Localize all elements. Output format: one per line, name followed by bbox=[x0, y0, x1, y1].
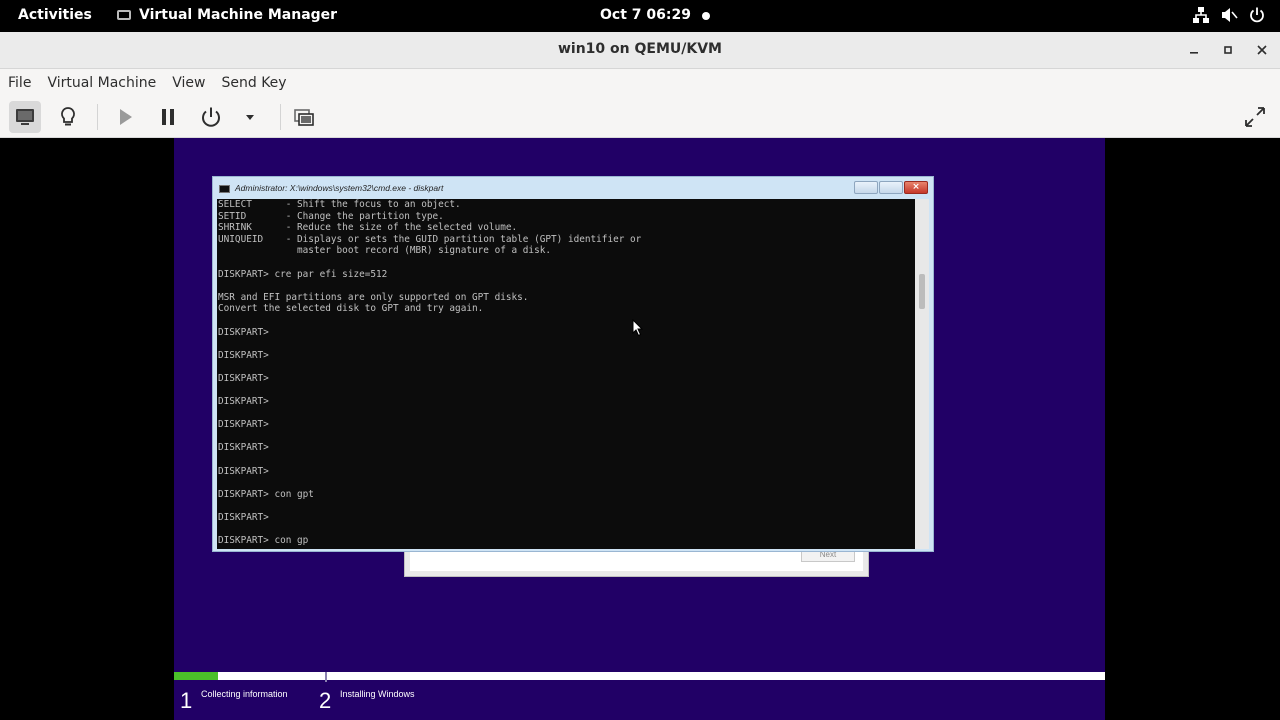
step-label: Collecting information bbox=[201, 689, 288, 699]
cmd-close-button[interactable]: × bbox=[904, 181, 928, 194]
app-menu-label: Virtual Machine Manager bbox=[139, 7, 338, 23]
virt-manager-app-icon bbox=[117, 10, 131, 20]
volume-muted-icon[interactable] bbox=[1220, 6, 1238, 24]
monitor-icon bbox=[16, 109, 34, 125]
window-titlebar[interactable]: win10 on QEMU/KVM bbox=[0, 32, 1280, 69]
cmd-window[interactable]: Administrator: X:\windows\system32\cmd.e… bbox=[212, 176, 934, 552]
cmd-console[interactable]: SELECT - Shift the focus to an object. S… bbox=[217, 199, 915, 549]
network-icon[interactable] bbox=[1192, 6, 1210, 24]
cmd-maximize-button[interactable] bbox=[879, 181, 903, 194]
maximize-button[interactable] bbox=[1218, 40, 1238, 60]
menu-file[interactable]: File bbox=[0, 75, 39, 91]
close-icon bbox=[1257, 45, 1267, 55]
app-menu[interactable]: Virtual Machine Manager bbox=[117, 7, 337, 23]
menu-bar: File Virtual Machine View Send Key bbox=[0, 69, 1280, 96]
run-button[interactable] bbox=[109, 101, 141, 133]
step-number: 1 bbox=[180, 688, 193, 713]
snapshots-button[interactable] bbox=[288, 101, 320, 133]
vm-console-display[interactable]: Next Administrator: X:\windows\system32\… bbox=[0, 138, 1280, 720]
maximize-icon bbox=[1224, 46, 1232, 54]
windows-setup-screen[interactable]: Next Administrator: X:\windows\system32\… bbox=[174, 138, 1105, 720]
chevron-down-icon bbox=[246, 115, 254, 120]
cmd-scrollbar[interactable] bbox=[915, 199, 929, 549]
fullscreen-button[interactable] bbox=[1239, 101, 1271, 133]
power-icon[interactable] bbox=[1248, 6, 1266, 24]
setup-progress-bar bbox=[174, 672, 1105, 680]
step-number: 2 bbox=[319, 688, 332, 713]
setup-progress-fill bbox=[174, 672, 218, 680]
lightbulb-icon bbox=[61, 107, 75, 126]
mouse-pointer-icon bbox=[632, 319, 644, 337]
cmd-scrollbar-thumb[interactable] bbox=[919, 274, 925, 309]
power-icon bbox=[202, 107, 220, 127]
minimize-button[interactable] bbox=[1184, 40, 1204, 60]
pause-button[interactable] bbox=[152, 101, 184, 133]
shutdown-button[interactable] bbox=[195, 101, 227, 133]
minimize-icon bbox=[1190, 52, 1198, 54]
close-button[interactable] bbox=[1252, 40, 1272, 60]
cmd-icon bbox=[219, 185, 230, 193]
progress-step-divider bbox=[325, 672, 327, 682]
clock[interactable]: Oct 7 06:29 bbox=[600, 7, 691, 23]
show-console-button[interactable] bbox=[9, 101, 41, 133]
menu-virtual-machine[interactable]: Virtual Machine bbox=[39, 75, 164, 91]
toolbar-separator bbox=[97, 104, 98, 130]
fullscreen-icon bbox=[1245, 107, 1265, 127]
shutdown-menu-dropdown[interactable] bbox=[234, 101, 266, 133]
cmd-minimize-button[interactable] bbox=[854, 181, 878, 194]
show-details-button[interactable] bbox=[52, 101, 84, 133]
toolbar bbox=[0, 96, 1280, 138]
gnome-top-bar: Activities Virtual Machine Manager Oct 7… bbox=[0, 0, 1280, 32]
cmd-output: SELECT - Shift the focus to an object. S… bbox=[218, 199, 642, 547]
pause-icon bbox=[162, 109, 174, 125]
toolbar-separator bbox=[280, 104, 281, 130]
snapshots-icon bbox=[294, 109, 314, 126]
notification-dot-icon bbox=[702, 12, 710, 20]
activities-button[interactable]: Activities bbox=[18, 7, 92, 23]
play-icon bbox=[120, 109, 132, 125]
menu-send-key[interactable]: Send Key bbox=[213, 75, 294, 91]
step-label: Installing Windows bbox=[340, 689, 415, 699]
window-title: win10 on QEMU/KVM bbox=[557, 41, 722, 57]
system-tray[interactable] bbox=[1192, 6, 1266, 24]
cmd-titlebar[interactable]: Administrator: X:\windows\system32\cmd.e… bbox=[213, 177, 933, 199]
cmd-title: Administrator: X:\windows\system32\cmd.e… bbox=[235, 183, 444, 193]
menu-view[interactable]: View bbox=[164, 75, 213, 91]
